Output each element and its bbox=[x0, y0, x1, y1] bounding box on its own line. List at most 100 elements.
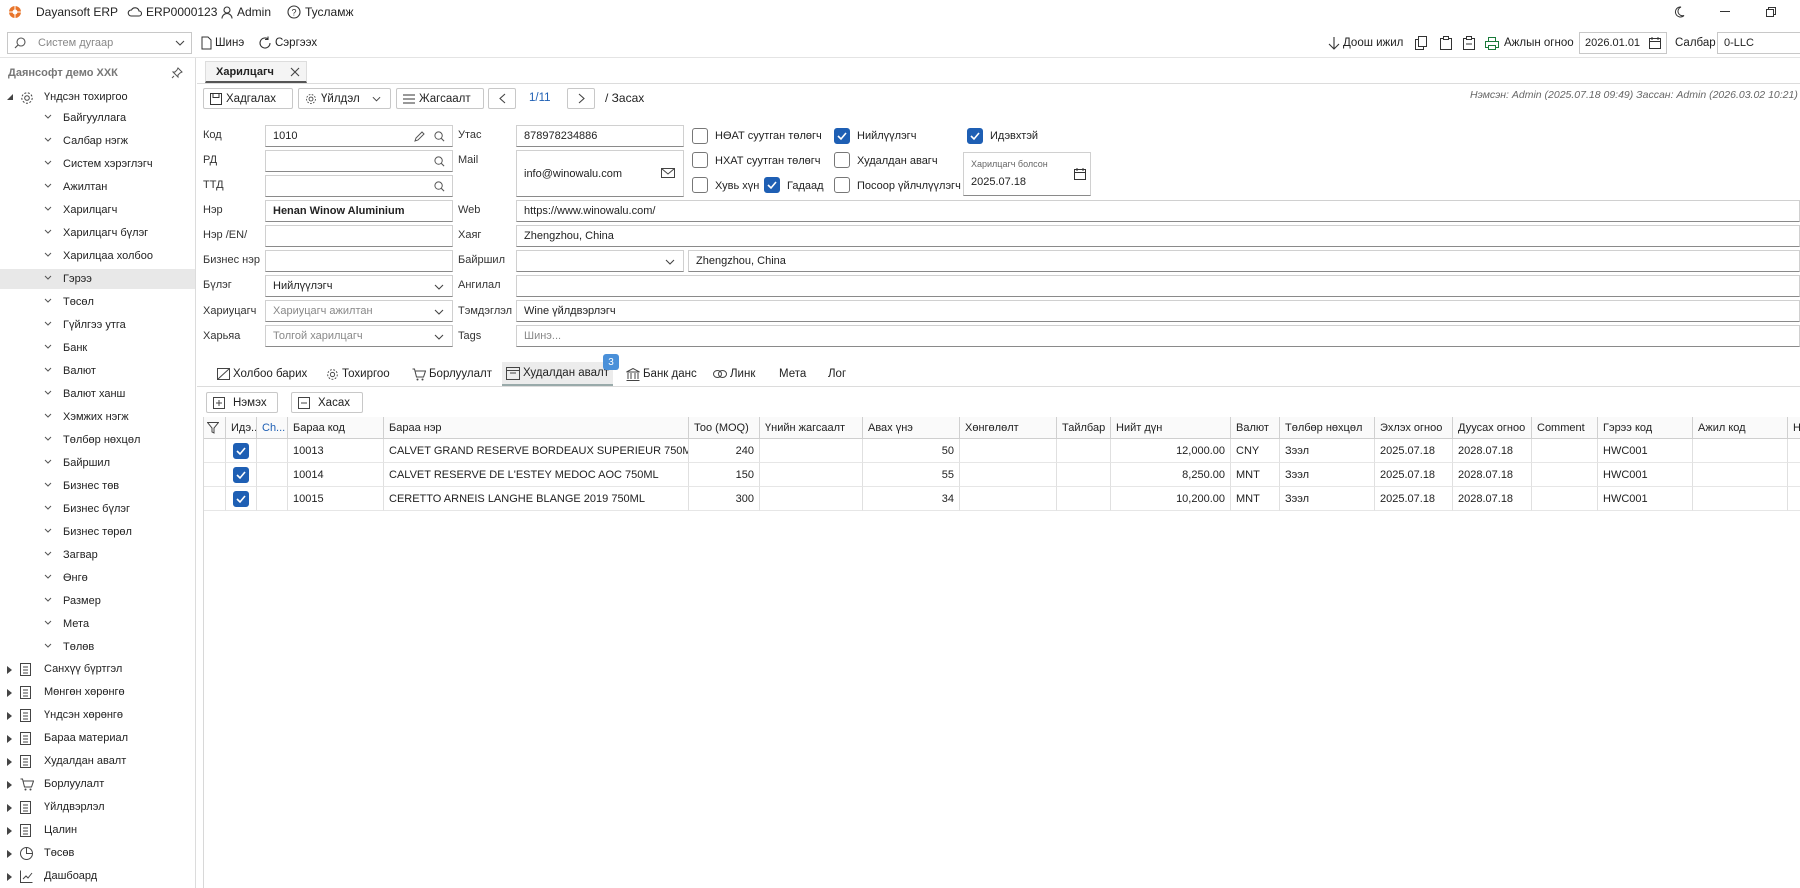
row-active-checkbox[interactable] bbox=[233, 442, 249, 459]
column-header[interactable]: Ch... bbox=[257, 417, 288, 439]
table-cell[interactable] bbox=[1788, 463, 1800, 487]
table-cell[interactable]: 2025.07.18 bbox=[1375, 439, 1453, 463]
tab-bank-account[interactable]: Банк данс bbox=[622, 362, 701, 386]
rd-field[interactable] bbox=[265, 150, 453, 172]
add-row-button[interactable]: Нэмэх bbox=[206, 392, 278, 413]
table-cell[interactable] bbox=[1693, 487, 1788, 511]
minimize-button[interactable] bbox=[1702, 0, 1748, 24]
sidebar-item[interactable]: Харилцагч bbox=[0, 200, 195, 220]
table-cell[interactable]: 2028.07.18 bbox=[1453, 463, 1532, 487]
table-cell[interactable] bbox=[1532, 463, 1598, 487]
sidebar-item[interactable]: Размер bbox=[0, 591, 195, 611]
table-cell[interactable] bbox=[1693, 463, 1788, 487]
sidebar-group[interactable]: Үндсэн хөрөнгө bbox=[0, 706, 195, 726]
table-cell[interactable]: 240 bbox=[689, 439, 760, 463]
table-cell[interactable]: CALVET RESERVE DE L'ESTEY MEDOC AOC 750M… bbox=[384, 463, 689, 487]
doc-tab-customer[interactable]: Харилцагч bbox=[205, 61, 307, 83]
table-cell[interactable]: 50 bbox=[863, 439, 960, 463]
table-cell[interactable]: HWC001 bbox=[1598, 463, 1693, 487]
action-dropdown-button[interactable]: Үйлдэл bbox=[298, 88, 391, 109]
sidebar-item[interactable]: Банк bbox=[0, 338, 195, 358]
fiscal-date-input[interactable]: 2026.01.01 bbox=[1579, 32, 1667, 54]
table-cell[interactable] bbox=[960, 439, 1057, 463]
sidebar-group[interactable]: Борлуулалт bbox=[0, 775, 195, 795]
sidebar-group[interactable]: Санхүү бүртгэл bbox=[0, 660, 195, 680]
table-cell[interactable] bbox=[257, 439, 288, 463]
tags-field[interactable]: Шинэ... bbox=[516, 325, 1800, 347]
new-button[interactable]: Шинэ bbox=[201, 32, 244, 54]
active-cell[interactable] bbox=[226, 463, 257, 487]
pencil-icon[interactable] bbox=[414, 131, 425, 142]
column-header[interactable]: Бараа нэр bbox=[384, 417, 689, 439]
pin-button[interactable] bbox=[171, 67, 183, 79]
active-cell[interactable] bbox=[226, 487, 257, 511]
table-cell[interactable]: 10013 bbox=[288, 439, 384, 463]
table-cell[interactable] bbox=[257, 463, 288, 487]
column-header[interactable]: Нийт дүн bbox=[1111, 417, 1231, 439]
sidebar-item[interactable]: Харилцаа холбоо bbox=[0, 246, 195, 266]
table-cell[interactable]: CERETTO ARNEIS LANGHE BLANGE 2019 750ML bbox=[384, 487, 689, 511]
table-cell[interactable]: MNT bbox=[1231, 463, 1280, 487]
remove-row-button[interactable]: Хасах bbox=[291, 392, 363, 413]
table-cell[interactable]: 12,000.00 bbox=[1111, 439, 1231, 463]
address-field[interactable]: Zhengzhou, China bbox=[516, 225, 1800, 247]
search-icon[interactable] bbox=[434, 156, 445, 167]
sidebar-item[interactable]: Бизнес төрөл bbox=[0, 522, 195, 542]
table-cell[interactable] bbox=[1057, 487, 1111, 511]
sidebar-item[interactable]: Төсөл bbox=[0, 292, 195, 312]
group-select[interactable]: Нийлүүлэгч bbox=[265, 275, 453, 297]
sidebar-item[interactable]: Гэрээ bbox=[0, 269, 195, 289]
mail-field[interactable]: info@winowalu.com bbox=[516, 150, 684, 197]
copy-button[interactable] bbox=[1415, 32, 1427, 54]
table-cell[interactable] bbox=[760, 487, 863, 511]
save-button[interactable]: Хадгалах bbox=[203, 88, 293, 109]
column-header[interactable]: Ний bbox=[1788, 417, 1800, 439]
table-cell[interactable]: 300 bbox=[689, 487, 760, 511]
close-icon[interactable] bbox=[290, 67, 300, 77]
column-header[interactable]: Идэ... bbox=[226, 417, 257, 439]
table-cell[interactable] bbox=[960, 463, 1057, 487]
table-cell[interactable]: 2028.07.18 bbox=[1453, 439, 1532, 463]
hxat-payer-checkbox[interactable] bbox=[692, 152, 708, 168]
sidebar-group[interactable]: Үйлдвэрлэл bbox=[0, 798, 195, 818]
sidebar-item[interactable]: Бизнес төв bbox=[0, 476, 195, 496]
ttd-field[interactable] bbox=[265, 175, 453, 197]
table-cell[interactable]: 34 bbox=[863, 487, 960, 511]
column-header[interactable]: Үнийн жагсаалт bbox=[760, 417, 863, 439]
category-field[interactable] bbox=[516, 275, 1800, 297]
column-header[interactable]: Гэрээ код bbox=[1598, 417, 1693, 439]
paste-button[interactable] bbox=[1440, 32, 1452, 54]
table-cell[interactable]: 10014 bbox=[288, 463, 384, 487]
user-menu[interactable]: Admin bbox=[221, 0, 271, 24]
vat-payer-checkbox[interactable] bbox=[692, 128, 708, 144]
row-active-checkbox[interactable] bbox=[233, 466, 249, 483]
sidebar-item[interactable]: Систем хэрэглэгч bbox=[0, 154, 195, 174]
sidebar-item[interactable]: Загвар bbox=[0, 545, 195, 565]
row-indicator-cell[interactable] bbox=[204, 439, 226, 463]
sidebar-item[interactable]: Валют bbox=[0, 361, 195, 381]
table-cell[interactable] bbox=[1532, 439, 1598, 463]
row-active-checkbox[interactable] bbox=[233, 490, 249, 507]
down-same-button[interactable]: Доош ижил bbox=[1328, 32, 1403, 54]
location-select[interactable] bbox=[516, 250, 684, 272]
tab-purchases[interactable]: Худалдан авалт bbox=[502, 362, 614, 386]
table-cell[interactable] bbox=[760, 463, 863, 487]
table-cell[interactable]: 2025.07.18 bbox=[1375, 487, 1453, 511]
sidebar-item[interactable]: Салбар нэгж bbox=[0, 131, 195, 151]
row-indicator-cell[interactable] bbox=[204, 487, 226, 511]
table-cell[interactable]: CNY bbox=[1231, 439, 1280, 463]
note-field[interactable]: Wine үйлдвэрлэгч bbox=[516, 300, 1800, 322]
table-cell[interactable] bbox=[1057, 463, 1111, 487]
table-cell[interactable]: 55 bbox=[863, 463, 960, 487]
column-header[interactable]: Бараа код bbox=[288, 417, 384, 439]
supplier-checkbox[interactable] bbox=[834, 128, 850, 144]
refresh-button[interactable]: Сэргээх bbox=[258, 32, 317, 54]
prev-button[interactable] bbox=[488, 88, 516, 109]
db-code[interactable]: ERP0000123 bbox=[127, 0, 217, 24]
table-cell[interactable]: 2025.07.18 bbox=[1375, 463, 1453, 487]
column-header[interactable]: Дуусах огноо bbox=[1453, 417, 1532, 439]
table-cell[interactable]: MNT bbox=[1231, 487, 1280, 511]
help-button[interactable]: ? Тусламж bbox=[287, 0, 353, 24]
sidebar-group[interactable]: Цалин bbox=[0, 821, 195, 841]
sidebar-item[interactable]: Байршил bbox=[0, 453, 195, 473]
